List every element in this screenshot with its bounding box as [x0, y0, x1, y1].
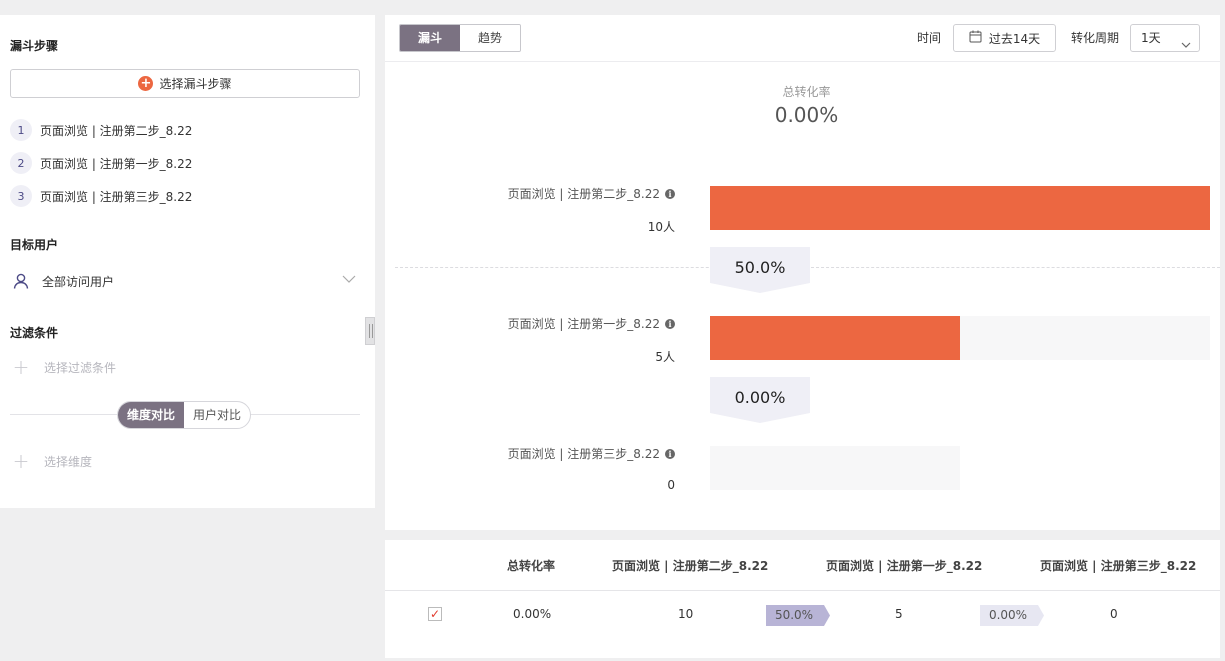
- step-label: 页面浏览 | 注册第二步_8.22: [40, 123, 193, 138]
- step-conversion-rate-2: 0.00%: [734, 388, 786, 407]
- row-checkbox[interactable]: ✓: [428, 607, 442, 621]
- funnel-step-label-1: 页面浏览 | 注册第二步_8.22 i: [508, 185, 675, 202]
- conversion-period-select[interactable]: 1天: [1130, 24, 1200, 52]
- step-name: 页面浏览 | 注册第三步_8.22: [507, 447, 660, 461]
- filter-placeholder: 选择过滤条件: [44, 360, 117, 375]
- target-users-title: 目标用户: [10, 238, 59, 252]
- target-users-select[interactable]: 全部访问用户: [10, 269, 360, 293]
- step-label: 页面浏览 | 注册第一步_8.22: [40, 156, 193, 171]
- info-icon[interactable]: i: [665, 448, 675, 459]
- table-header-step-3: 页面浏览 | 注册第三步_8.22: [1040, 559, 1197, 573]
- step-label: 页面浏览 | 注册第三步_8.22: [40, 189, 193, 204]
- step-number: 3: [10, 185, 32, 207]
- funnel-step-3[interactable]: 3 页面浏览 | 注册第三步_8.22: [10, 184, 192, 208]
- funnel-step-count-3: 0: [667, 478, 675, 492]
- conversion-period-label: 转化周期: [1071, 31, 1120, 45]
- select-funnel-steps-label: 选择漏斗步骤: [159, 77, 232, 91]
- user-icon: [10, 270, 32, 292]
- funnel-track-1: [710, 186, 1210, 230]
- target-users-value: 全部访问用户: [42, 274, 115, 289]
- table-header-divider: [385, 590, 1220, 591]
- tab-user-compare[interactable]: 用户对比: [184, 402, 250, 428]
- date-range-picker[interactable]: 过去14天: [953, 24, 1056, 52]
- funnel-step-1[interactable]: 1 页面浏览 | 注册第二步_8.22: [10, 118, 192, 142]
- table-conversion-2: 0.00%: [988, 608, 1028, 622]
- funnel-track-2: [710, 316, 1210, 360]
- date-range-value: 过去14天: [988, 31, 1041, 46]
- funnel-steps-title: 漏斗步骤: [10, 39, 59, 53]
- panel-resize-handle[interactable]: [365, 317, 375, 345]
- funnel-track-3: [710, 446, 960, 490]
- table-header-step-2: 页面浏览 | 注册第一步_8.22: [826, 559, 983, 573]
- chevron-down-icon: [1181, 33, 1191, 59]
- table-cell-step-3: 0: [1110, 607, 1118, 621]
- plus-icon: +: [12, 355, 30, 379]
- table-header-total: 总转化率: [507, 559, 556, 573]
- table-conversion-1: 50.0%: [774, 608, 814, 622]
- dimension-placeholder: 选择维度: [44, 454, 93, 469]
- funnel-step-label-3: 页面浏览 | 注册第三步_8.22 i: [508, 445, 675, 462]
- funnel-config-panel: 漏斗步骤 + 选择漏斗步骤 1 页面浏览 | 注册第二步_8.22 2 页面浏览…: [0, 15, 375, 508]
- time-label: 时间: [917, 31, 942, 45]
- tab-dimension-compare[interactable]: 维度对比: [118, 402, 185, 428]
- step-name: 页面浏览 | 注册第二步_8.22: [507, 187, 660, 201]
- table-cell-total-conversion: 0.00%: [513, 607, 552, 621]
- tab-funnel[interactable]: 漏斗: [400, 25, 460, 51]
- compare-switch: 维度对比 用户对比: [117, 401, 252, 429]
- period-value: 1天: [1141, 31, 1161, 45]
- table-header-step-1: 页面浏览 | 注册第二步_8.22: [612, 559, 769, 573]
- chevron-down-icon: [342, 272, 356, 289]
- funnel-step-count-2: 5人: [655, 350, 675, 364]
- funnel-data-table: 总转化率 页面浏览 | 注册第二步_8.22 页面浏览 | 注册第一步_8.22…: [385, 540, 1220, 658]
- funnel-chart-panel: 漏斗 趋势 时间 过去14天 转化周期 1天 总转化率 0.00% 页面浏览 |…: [385, 15, 1220, 530]
- total-conversion-value: 0.00%: [774, 103, 839, 127]
- total-conversion-label: 总转化率: [782, 85, 831, 99]
- table-cell-step-2: 5: [895, 607, 903, 621]
- toolbar-divider: [385, 61, 1220, 62]
- tab-trend[interactable]: 趋势: [460, 25, 520, 51]
- add-filter-button[interactable]: + 选择过滤条件: [10, 355, 117, 379]
- step-number: 1: [10, 119, 32, 141]
- info-icon[interactable]: i: [665, 188, 675, 199]
- info-icon[interactable]: i: [665, 318, 675, 329]
- funnel-bar-1[interactable]: [710, 186, 1210, 230]
- step-conversion-rate-1: 50.0%: [734, 258, 786, 277]
- select-funnel-steps-button[interactable]: + 选择漏斗步骤: [10, 69, 360, 98]
- add-circle-icon: +: [138, 76, 154, 91]
- funnel-bar-2[interactable]: [710, 316, 960, 360]
- funnel-step-label-2: 页面浏览 | 注册第一步_8.22 i: [508, 315, 675, 332]
- check-mark-icon: ✓: [429, 607, 441, 621]
- table-cell-step-1: 10: [678, 607, 694, 621]
- step-name: 页面浏览 | 注册第一步_8.22: [507, 317, 660, 331]
- funnel-step-count-1: 10人: [647, 220, 675, 234]
- filter-title: 过滤条件: [10, 326, 59, 340]
- plus-icon: +: [12, 449, 30, 473]
- funnel-step-2[interactable]: 2 页面浏览 | 注册第一步_8.22: [10, 151, 192, 175]
- view-tabs: 漏斗 趋势: [399, 24, 521, 52]
- step-number: 2: [10, 152, 32, 174]
- calendar-icon: [969, 30, 982, 46]
- add-dimension-button[interactable]: + 选择维度: [10, 449, 93, 473]
